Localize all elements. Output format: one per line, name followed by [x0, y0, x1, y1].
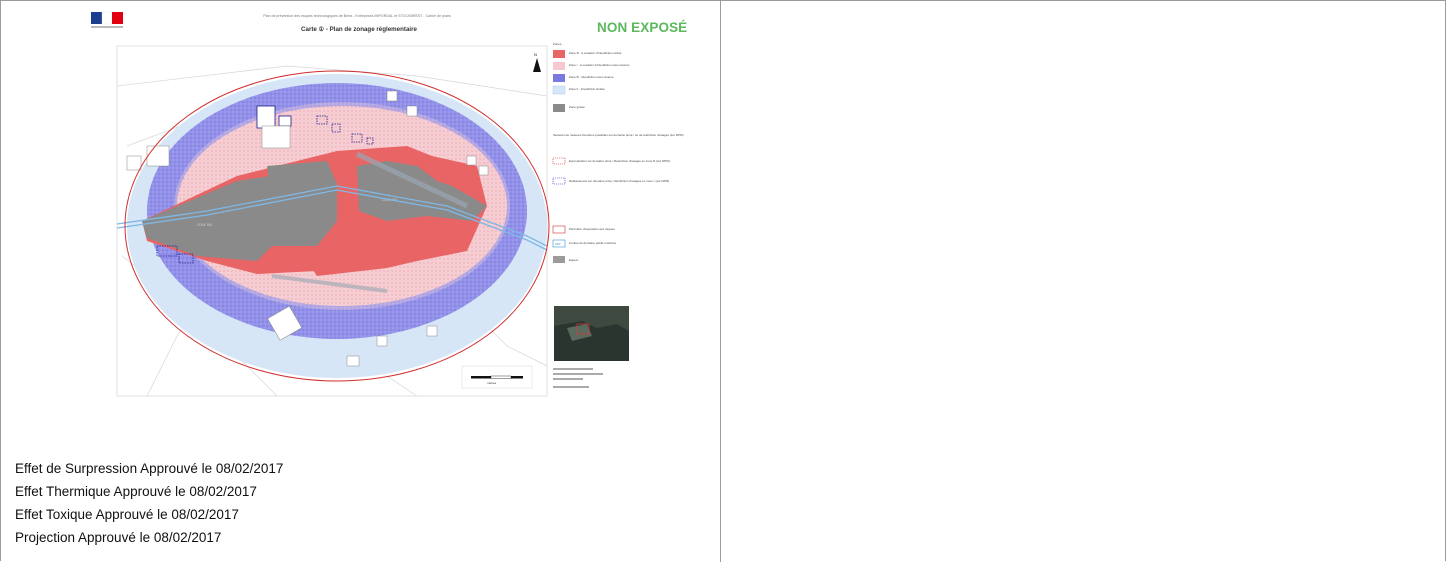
- zoning-map[interactable]: Plan de prévention des risques technolog…: [87, 6, 709, 398]
- svg-text:Zones :: Zones :: [553, 42, 563, 46]
- effect-thermique: Effet Thermique Approuvé le 08/02/2017: [15, 484, 257, 499]
- svg-text:mètres: mètres: [487, 381, 497, 385]
- svg-text:N: N: [534, 52, 537, 57]
- svg-text:Secteurs de mesures foncières: Secteurs de mesures foncières possibles …: [553, 133, 683, 137]
- svg-text:Délaissement sur domaine privé: Délaissement sur domaine privé / Restric…: [569, 179, 669, 183]
- svg-text:Zone b : interdiction limitée: Zone b : interdiction limitée: [569, 87, 605, 91]
- effect-toxique: Effet Toxique Approuvé le 08/02/2017: [15, 507, 239, 522]
- svg-text:Zone r : à vocation d'interdic: Zone r : à vocation d'interdiction sous …: [569, 63, 630, 67]
- svg-text:Enjeux: Enjeux: [569, 258, 579, 262]
- map-title: Carte ① - Plan de zonage réglementaire: [301, 26, 417, 33]
- marianne-logo: [91, 11, 123, 28]
- effect-surpression: Effet de Surpression Approuvé le 08/02/2…: [15, 461, 284, 476]
- right-empty-cell: [721, 1, 1446, 562]
- overview-inset: [554, 306, 629, 361]
- map-legend: Zones : Zone R : à vocation d'interdicti…: [552, 42, 683, 263]
- svg-text:Zone R : à vocation d'interdic: Zone R : à vocation d'interdiction stric…: [569, 51, 622, 55]
- effects-list: Effet de Surpression Approuvé le 08/02/2…: [15, 457, 283, 549]
- svg-text:Expropriation sur domaine priv: Expropriation sur domaine privé / Restri…: [569, 159, 670, 163]
- svg-text:Limites du domaine public mari: Limites du domaine public maritime: [569, 241, 616, 245]
- svg-text:DPM: DPM: [555, 243, 560, 246]
- map-header-line: Plan de prévention des risques technolog…: [263, 14, 451, 18]
- svg-text:Zone B : interdiction sous rés: Zone B : interdiction sous réserve: [569, 75, 614, 79]
- effect-projection: Projection Approuvé le 08/02/2017: [15, 530, 222, 545]
- scale-bar: mètres: [461, 365, 533, 389]
- svg-text:Zone grisée: Zone grisée: [569, 105, 585, 109]
- svg-text:ZONE IND.: ZONE IND.: [197, 223, 213, 227]
- svg-text:Périmètre d'exposition aux ris: Périmètre d'exposition aux risques: [569, 227, 615, 231]
- status-label: NON EXPOSÉ: [597, 20, 688, 35]
